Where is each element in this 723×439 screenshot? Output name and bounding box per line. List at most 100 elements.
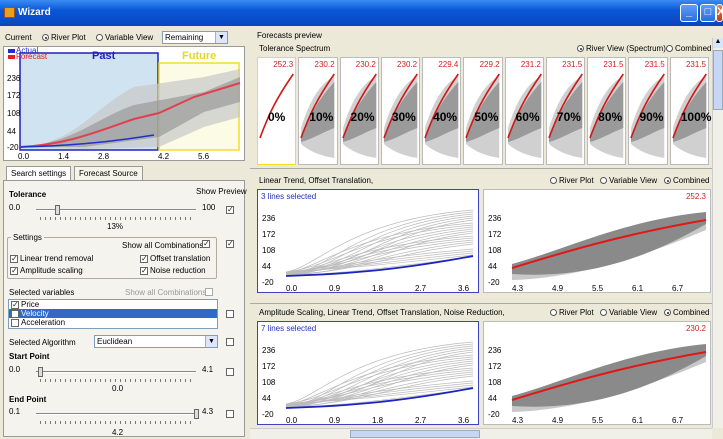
matches-plot-svg: [285, 209, 474, 277]
maximize-button[interactable]: □: [700, 4, 716, 22]
tab-search-settings[interactable]: Search settings: [6, 166, 72, 180]
spectrum-card[interactable]: 230.2 30%: [380, 57, 421, 165]
x-tick: 0.0: [286, 416, 298, 425]
variables-preview-checkbox[interactable]: [226, 310, 234, 318]
radio-variable-view[interactable]: Variable View: [96, 33, 153, 42]
x-tick: 6.1: [632, 284, 644, 293]
app-icon: [4, 7, 15, 18]
linear-trend-checkbox[interactable]: ✓ Linear trend removal: [10, 254, 93, 263]
end-slider-track[interactable]: [36, 413, 196, 415]
row2-radio-variable-view[interactable]: Variable View: [600, 308, 657, 317]
vertical-scrollbar[interactable]: ▲: [712, 38, 723, 428]
radio-label: River Plot: [51, 33, 86, 42]
y-tick: 44: [262, 394, 271, 403]
combo-value: Euclidean: [97, 337, 133, 346]
algorithm-combo[interactable]: Euclidean ▼: [94, 335, 218, 348]
list-item[interactable]: ✓ Price: [9, 300, 217, 309]
radio-label: River View (Spectrum): [586, 44, 666, 53]
spectrum-value: 229.4: [438, 60, 459, 69]
x-tick: 6.7: [672, 416, 684, 425]
offset-translation-checkbox[interactable]: ✓ Offset translation: [140, 254, 210, 263]
variables-show-all-checkbox[interactable]: [205, 288, 213, 296]
spectrum-card[interactable]: 252.3 0%: [257, 57, 297, 165]
radio-river-plot[interactable]: River Plot: [42, 33, 86, 42]
y-tick: 172: [262, 362, 276, 371]
scroll-up-icon[interactable]: ▲: [713, 38, 723, 48]
x-tick: 2.7: [415, 416, 427, 425]
chevron-down-icon: ▼: [205, 336, 217, 347]
spectrum-card[interactable]: 231.5 100%: [669, 57, 711, 165]
window-title: Wizard: [18, 7, 51, 18]
noise-reduction-checkbox[interactable]: ✓ Noise reduction: [140, 266, 206, 275]
forecasts-preview-title: Forecasts preview: [257, 31, 322, 40]
start-slider-track[interactable]: [36, 371, 196, 373]
y-tick: 236: [7, 74, 21, 83]
current-combo[interactable]: Remaining ▼: [162, 31, 228, 44]
scroll-thumb[interactable]: [713, 50, 723, 110]
match-line: [285, 211, 474, 277]
list-item-label: Velocity: [21, 309, 49, 318]
start-slider-thumb[interactable]: [38, 367, 43, 377]
start-min: 0.0: [9, 365, 21, 374]
spectrum-card[interactable]: 231.5 80%: [587, 57, 627, 165]
settings-preview-checkbox[interactable]: ✓: [226, 240, 234, 248]
settings-label: Settings: [11, 233, 44, 242]
tolerance-slider-thumb[interactable]: [54, 205, 60, 215]
start-ticks: [40, 379, 194, 382]
spectrum-percent: 30%: [391, 110, 416, 124]
radio-river-view-spectrum[interactable]: River View (Spectrum): [577, 44, 666, 53]
spectrum-card[interactable]: 229.2 50%: [463, 57, 503, 165]
y-tick: 236: [488, 214, 502, 223]
row1-title: Linear Trend, Offset Translation,: [259, 176, 374, 185]
row1-radio-combined[interactable]: Combined: [664, 176, 709, 185]
variables-show-all-label: Show all Combinations: [125, 288, 207, 297]
list-item[interactable]: Velocity: [9, 309, 217, 318]
minimize-button[interactable]: _: [680, 4, 698, 22]
radio-icon: [600, 177, 607, 185]
spectrum-percent: 90%: [639, 110, 664, 124]
x-tick: 4.9: [552, 284, 564, 293]
spectrum-value: 231.2: [520, 60, 541, 69]
spectrum-value: 229.2: [479, 60, 500, 69]
x-tick: 6.1: [632, 416, 644, 425]
y-tick: 236: [262, 346, 276, 355]
algorithm-label: Selected Algorithm: [9, 338, 76, 347]
list-item[interactable]: Acceleration: [9, 318, 217, 327]
settings-show-all-checkbox[interactable]: ✓: [202, 240, 210, 248]
radio-label: Variable View: [105, 33, 154, 42]
y-tick: 108: [488, 378, 502, 387]
tab-forecast-source[interactable]: Forecast Source: [74, 166, 143, 180]
tolerance-slider-track[interactable]: [36, 209, 196, 211]
spectrum-card[interactable]: 231.5 90%: [628, 57, 668, 165]
x-tick: 4.2: [158, 152, 170, 161]
row1-radio-variable-view[interactable]: Variable View: [600, 176, 657, 185]
close-button[interactable]: X: [716, 4, 723, 22]
forecast-plot: 230.2 236 172 108 44 -20 4.3 4.9 5.5 6.1 6.7: [483, 321, 711, 425]
spectrum-card[interactable]: 231.2 60%: [504, 57, 544, 165]
river-inner: [512, 344, 706, 407]
spectrum-card[interactable]: 230.2 10%: [298, 57, 338, 165]
x-tick: 0.0: [286, 284, 298, 293]
algorithm-preview-checkbox[interactable]: [226, 338, 234, 346]
horizontal-scrollbar[interactable]: [250, 428, 712, 439]
radio-combined-spectrum[interactable]: Combined: [666, 44, 711, 53]
row1-radio-river-plot[interactable]: River Plot: [550, 176, 594, 185]
spectrum-card[interactable]: 230.2 20%: [339, 57, 379, 165]
y-tick: 236: [262, 214, 276, 223]
end-slider-thumb[interactable]: [194, 409, 199, 419]
spectrum-title: Tolerance Spectrum: [259, 44, 331, 53]
scroll-thumb[interactable]: [350, 430, 480, 438]
lines-selected-label: 3 lines selected: [261, 192, 317, 201]
y-tick: 44: [488, 394, 497, 403]
spectrum-card[interactable]: 231.5 70%: [545, 57, 586, 165]
row2-radio-combined[interactable]: Combined: [664, 308, 709, 317]
start-preview-checkbox[interactable]: [226, 368, 234, 376]
spectrum-card[interactable]: 229.4 40%: [422, 57, 462, 165]
y-tick: 108: [262, 378, 276, 387]
row2-radio-river-plot[interactable]: River Plot: [550, 308, 594, 317]
checkbox-label: Linear trend removal: [20, 254, 94, 263]
amplitude-scaling-checkbox[interactable]: ✓ Amplitude scaling: [10, 266, 83, 275]
show-preview-checkbox[interactable]: ✓: [226, 206, 234, 214]
end-preview-checkbox[interactable]: [226, 410, 234, 418]
radio-icon: [577, 45, 584, 53]
